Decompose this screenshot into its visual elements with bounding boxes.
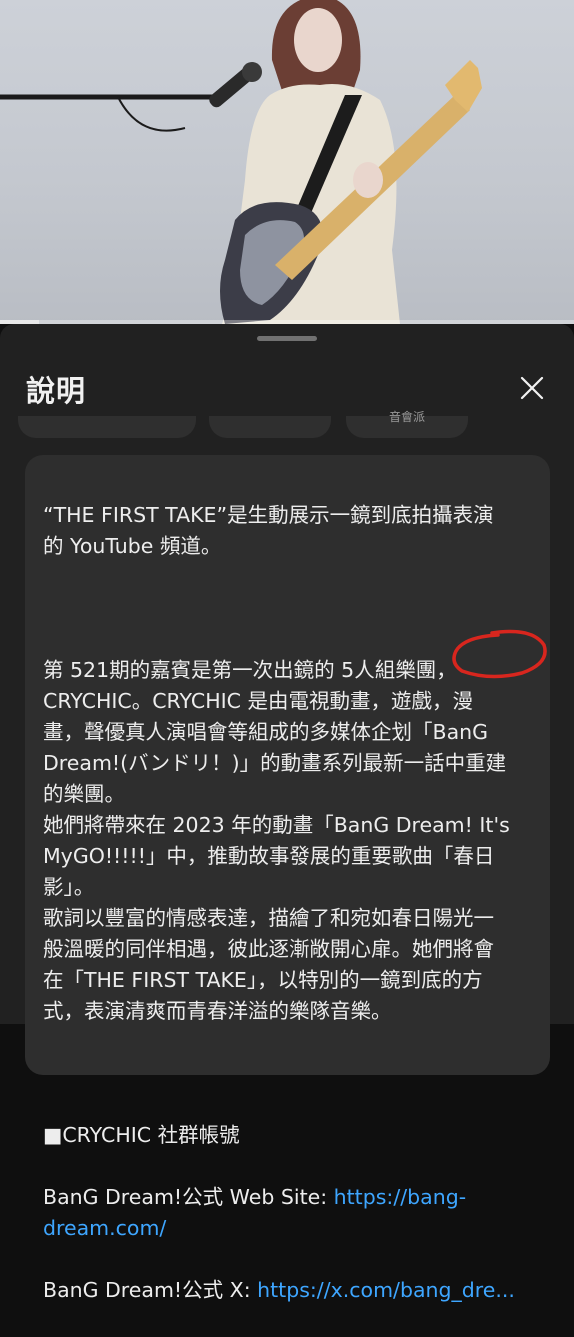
- website-label: BanG Dream!公式 Web Site:: [43, 1185, 334, 1209]
- x-account-link[interactable]: https://x.com/bang_dre...: [257, 1278, 515, 1302]
- mic-cable: [117, 96, 186, 132]
- video-frame-illustration: [0, 0, 482, 324]
- description-card: “THE FIRST TAKE”是生動展示一鏡到底拍攝表演 的 YouTube …: [25, 455, 550, 1302]
- stat-chip-3[interactable]: 音會派: [346, 410, 468, 438]
- stat-chip-1[interactable]: [18, 416, 196, 438]
- description-text: “THE FIRST TAKE”是生動展示一鏡到底拍攝表演 的 YouTube …: [43, 469, 543, 1337]
- x-account-line: BanG Dream!公式 X: https://x.com/bang_dre.…: [43, 1275, 543, 1306]
- face: [294, 8, 342, 72]
- social-heading: ■CRYCHIC 社群帳號: [43, 1123, 240, 1147]
- stat-chip-2[interactable]: [209, 416, 331, 438]
- description-intro: “THE FIRST TAKE”是生動展示一鏡到底拍攝表演 的 YouTube …: [43, 503, 494, 558]
- drag-handle[interactable]: [257, 336, 317, 341]
- video-player[interactable]: [0, 0, 574, 324]
- hand: [353, 162, 383, 198]
- x-account-label: BanG Dream!公式 X:: [43, 1278, 258, 1302]
- sheet-title: 說明: [26, 374, 87, 408]
- microphone: [209, 62, 262, 108]
- close-button[interactable]: [512, 368, 552, 408]
- description-body: 第 521期的嘉賓是第一次出鏡的 5人組樂團， CRYCHIC。CRYCHIC …: [43, 658, 510, 1023]
- website-line: BanG Dream!公式 Web Site: https://bang- dr…: [43, 1182, 543, 1244]
- close-icon: [520, 376, 544, 400]
- description-sheet: 說明 音會派 “THE FIRST TAKE”是生動展示一鏡到底拍攝表演 的 Y…: [0, 324, 574, 1302]
